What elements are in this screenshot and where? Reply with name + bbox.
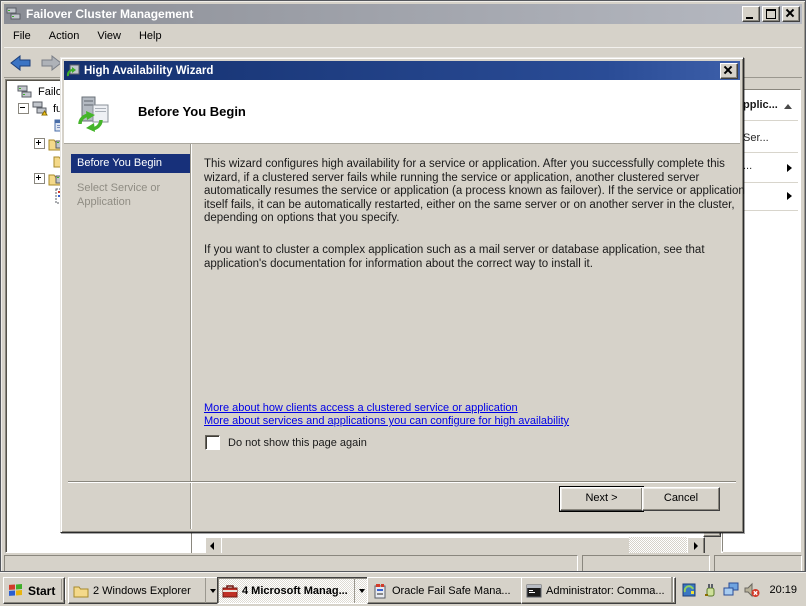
- main-window-title: Failover Cluster Management: [26, 7, 194, 21]
- system-tray: 20:19: [671, 577, 803, 602]
- wizard-title: High Availability Wizard: [84, 64, 214, 77]
- divider: [68, 481, 736, 483]
- submenu-arrow-icon: [787, 164, 792, 172]
- close-icon[interactable]: [782, 6, 800, 22]
- submenu-arrow-icon: [787, 192, 792, 200]
- do-not-show-checkbox[interactable]: [205, 435, 220, 450]
- before-you-begin-icon: [78, 96, 109, 132]
- statusbar-segment: [714, 555, 802, 572]
- statusbar-segment: [582, 555, 710, 572]
- scrollbar-corner: [705, 537, 721, 553]
- command-prompt-icon: [526, 584, 542, 597]
- next-button[interactable]: Next >: [559, 486, 644, 512]
- network-status-icon[interactable]: [723, 582, 739, 598]
- menu-file[interactable]: File: [4, 27, 40, 45]
- statusbar-segment: [4, 555, 578, 572]
- main-window-titlebar[interactable]: Failover Cluster Management: [4, 4, 802, 24]
- page-title: Before You Begin: [138, 104, 246, 119]
- wizard-close-icon[interactable]: [720, 62, 738, 79]
- intro-paragraph: This wizard configures high availability…: [204, 158, 745, 224]
- tree-item-cluster-node[interactable]: fu: [18, 100, 64, 117]
- menu-help[interactable]: Help: [130, 27, 171, 45]
- oracle-fail-safe-icon: [374, 583, 386, 598]
- forward-icon[interactable]: [40, 54, 62, 71]
- wizard-icon: [66, 64, 80, 76]
- divider: [190, 144, 192, 529]
- collapse-icon[interactable]: [784, 104, 792, 109]
- folder-icon: [73, 586, 89, 597]
- cluster-warning-icon: [32, 101, 48, 116]
- group-dropdown-icon[interactable]: [205, 578, 216, 603]
- scrollbar-track[interactable]: [629, 537, 689, 553]
- menu-view[interactable]: View: [88, 27, 130, 45]
- maximize-icon[interactable]: [762, 6, 780, 22]
- cancel-button[interactable]: Cancel: [642, 487, 720, 511]
- tray-app-icon[interactable]: [681, 582, 697, 598]
- actions-pane-item[interactable]: Ser...: [743, 132, 769, 144]
- taskbar-button-command-prompt[interactable]: Administrator: Comma...: [521, 577, 676, 604]
- hardware-plug-icon[interactable]: [702, 582, 718, 598]
- wizard-body: Before You Begin Select Service or Appli…: [64, 144, 745, 529]
- wizard-step-select-service: Select Service or Application: [77, 182, 161, 208]
- expand-expander-icon[interactable]: [34, 173, 45, 184]
- windows-logo-icon: [9, 583, 22, 596]
- taskbar-button-windows-explorer[interactable]: 2 Windows Explorer: [68, 577, 221, 604]
- wizard-header: Before You Begin: [64, 80, 740, 144]
- menubar: File Action View Help: [4, 25, 802, 48]
- collapse-expander-icon[interactable]: [18, 103, 29, 114]
- taskbar-button-oracle-fail-safe[interactable]: Oracle Fail Safe Mana...: [367, 577, 525, 604]
- minimize-icon[interactable]: [742, 6, 760, 22]
- complex-app-paragraph: If you want to cluster a complex applica…: [204, 244, 705, 270]
- statusbar: [4, 553, 802, 572]
- wizard-titlebar[interactable]: High Availability Wizard: [64, 61, 740, 80]
- cluster-app-icon: [6, 7, 21, 20]
- link-clients-access[interactable]: More about how clients access a clustere…: [204, 402, 518, 414]
- expand-expander-icon[interactable]: [34, 138, 45, 149]
- start-button[interactable]: Start: [3, 577, 65, 604]
- back-icon[interactable]: [10, 54, 32, 71]
- quick-launch-divider: [61, 579, 66, 600]
- do-not-show-checkbox-row: Do not show this page again: [205, 435, 367, 450]
- menu-action[interactable]: Action: [40, 27, 89, 45]
- taskbar: Start 2 Windows Explorer 4 Microsoft Man…: [0, 572, 806, 606]
- desktop: Failover Cluster Management File Action …: [0, 0, 806, 606]
- volume-muted-icon[interactable]: [744, 582, 760, 598]
- do-not-show-checkbox-label: Do not show this page again: [228, 436, 367, 449]
- taskbar-button-microsoft-management[interactable]: 4 Microsoft Manag...: [217, 577, 370, 604]
- mmc-toolbox-icon: [222, 584, 238, 597]
- cluster-icon: [17, 85, 32, 97]
- wizard-step-before-you-begin[interactable]: Before You Begin: [71, 154, 190, 173]
- horizontal-scrollbar[interactable]: [205, 537, 705, 555]
- clock[interactable]: 20:19: [769, 584, 797, 596]
- link-services-configure[interactable]: More about services and applications you…: [204, 415, 569, 427]
- group-dropdown-icon[interactable]: [354, 578, 365, 603]
- high-availability-wizard-dialog: High Availability Wizard Before You Begi…: [60, 57, 745, 533]
